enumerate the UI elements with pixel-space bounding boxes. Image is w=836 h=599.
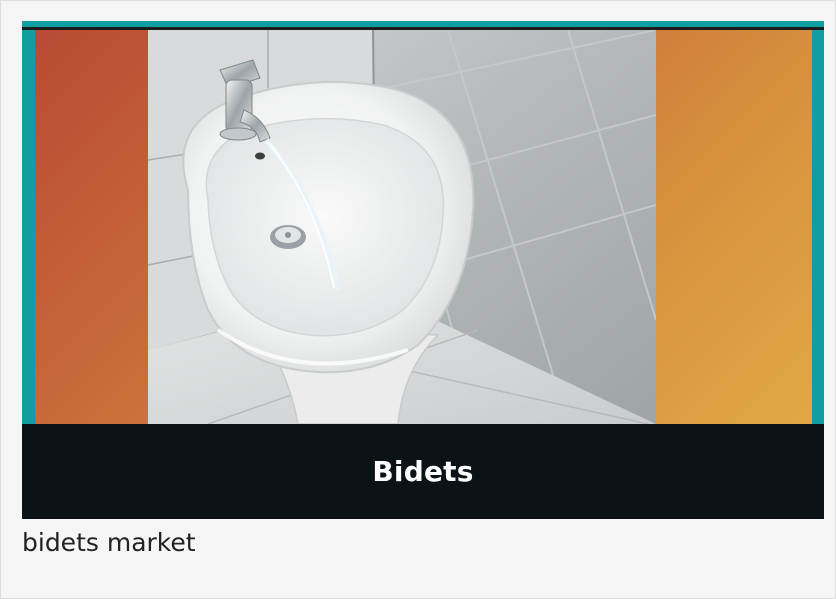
image-card[interactable]: Bidets bidets market <box>0 0 836 599</box>
caption-bar: Bidets <box>22 424 824 519</box>
banner-title: Bidets <box>372 455 474 488</box>
banner-image[interactable]: Bidets <box>22 21 824 519</box>
bidet-photo <box>148 30 656 424</box>
card-caption[interactable]: bidets market <box>22 528 196 557</box>
